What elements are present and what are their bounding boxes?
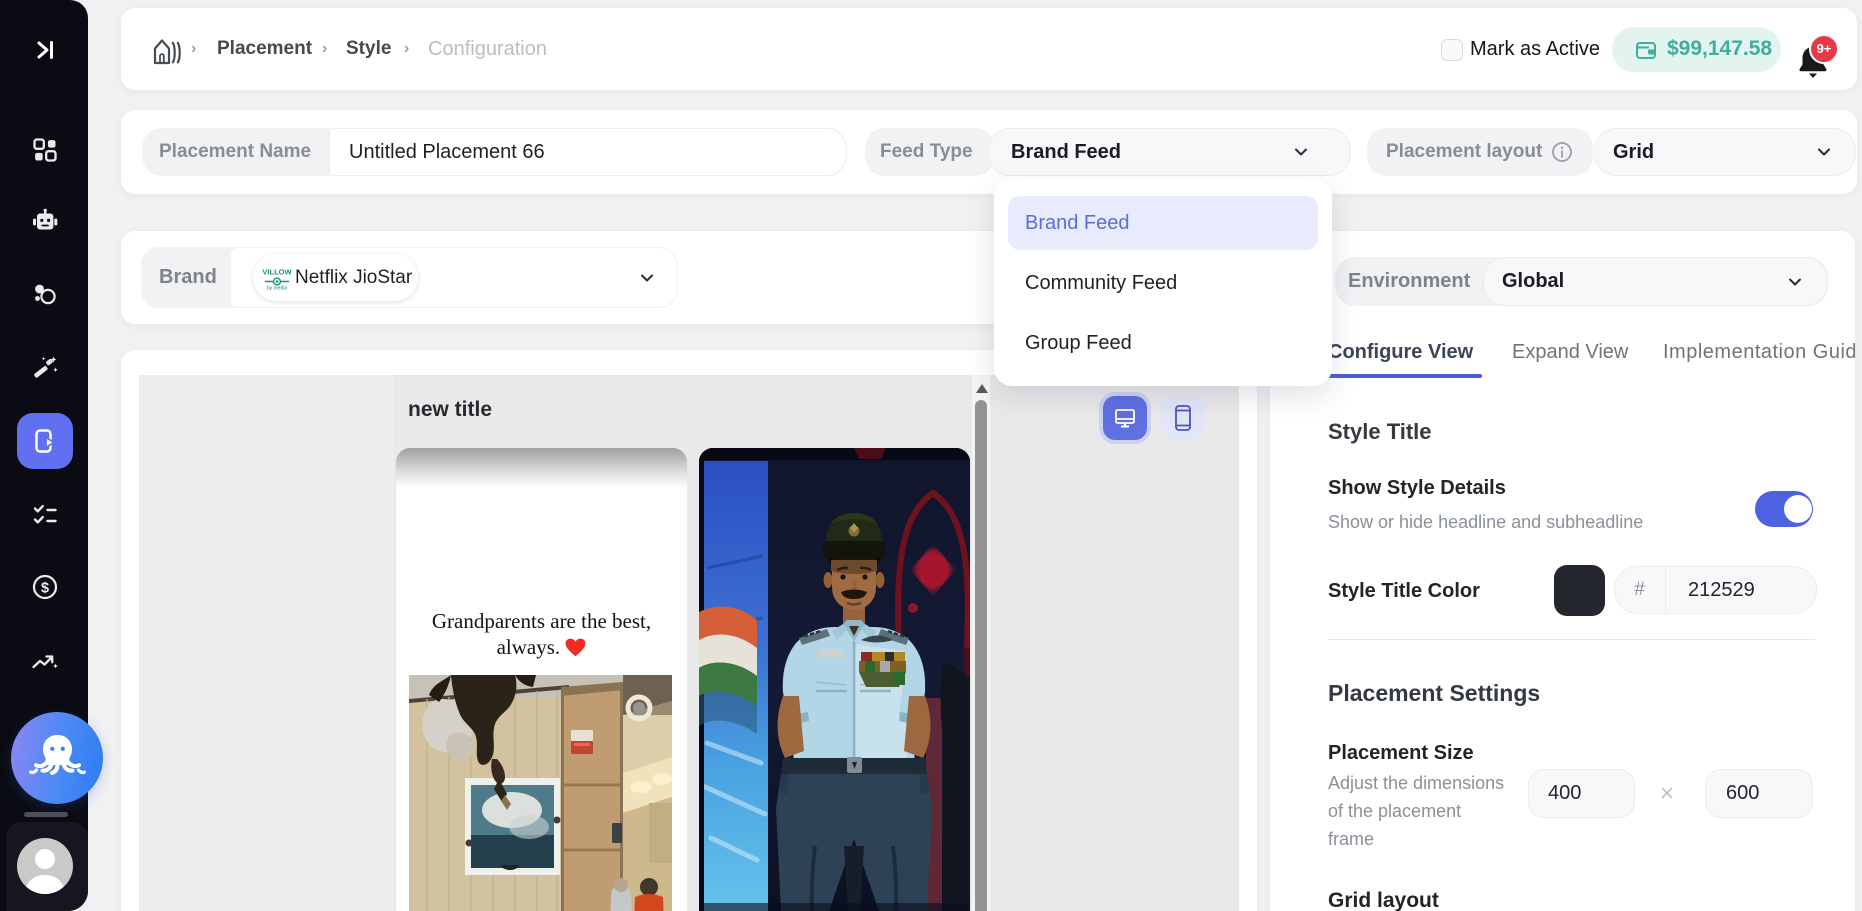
svg-text:VILLOW: VILLOW: [262, 268, 292, 277]
svg-text:$: $: [41, 580, 49, 596]
svg-text:by media: by media: [267, 286, 288, 292]
